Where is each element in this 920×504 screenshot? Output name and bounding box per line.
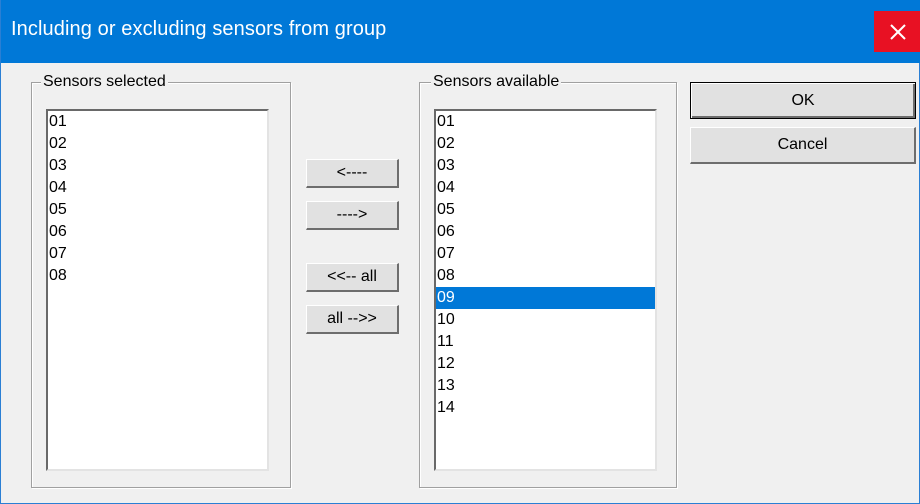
list-item[interactable]: 04 <box>48 177 267 199</box>
list-item[interactable]: 03 <box>48 155 267 177</box>
close-button[interactable] <box>874 11 920 52</box>
close-icon <box>889 23 907 41</box>
move-to-available-button[interactable]: ----> <box>306 201 399 230</box>
title-bar: Including or excluding sensors from grou… <box>1 0 920 63</box>
list-item[interactable]: 05 <box>436 199 655 221</box>
ok-button[interactable]: OK <box>690 82 916 119</box>
list-item[interactable]: 06 <box>436 221 655 243</box>
list-item[interactable]: 14 <box>436 397 655 419</box>
sensors-available-list[interactable]: 01 02 03 04 05 06 07 08 09 10 11 12 13 14 <box>434 109 657 471</box>
sensors-selected-label: Sensors selected <box>41 73 168 91</box>
cancel-button[interactable]: Cancel <box>690 127 916 164</box>
list-item[interactable]: 04 <box>436 177 655 199</box>
list-item[interactable]: 08 <box>48 265 267 287</box>
move-all-to-selected-button[interactable]: <<-- all <box>306 263 399 292</box>
list-item[interactable]: 03 <box>436 155 655 177</box>
list-item[interactable]: 02 <box>48 133 267 155</box>
window-title: Including or excluding sensors from grou… <box>11 18 387 40</box>
sensors-selected-list[interactable]: 01 02 03 04 05 06 07 08 <box>46 109 269 471</box>
list-item[interactable]: 06 <box>48 221 267 243</box>
list-item[interactable]: 09 <box>436 287 655 309</box>
sensors-available-label: Sensors available <box>431 73 562 91</box>
list-item[interactable]: 01 <box>436 111 655 133</box>
move-all-to-available-button[interactable]: all -->> <box>306 305 399 334</box>
list-item[interactable]: 05 <box>48 199 267 221</box>
list-item[interactable]: 12 <box>436 353 655 375</box>
list-item[interactable]: 10 <box>436 309 655 331</box>
list-item[interactable]: 02 <box>436 133 655 155</box>
list-item[interactable]: 07 <box>48 243 267 265</box>
move-to-selected-button[interactable]: <---- <box>306 159 399 188</box>
list-item[interactable]: 08 <box>436 265 655 287</box>
list-item[interactable]: 13 <box>436 375 655 397</box>
list-item[interactable]: 11 <box>436 331 655 353</box>
list-item[interactable]: 07 <box>436 243 655 265</box>
dialog-window: Including or excluding sensors from grou… <box>0 0 920 504</box>
list-item[interactable]: 01 <box>48 111 267 133</box>
